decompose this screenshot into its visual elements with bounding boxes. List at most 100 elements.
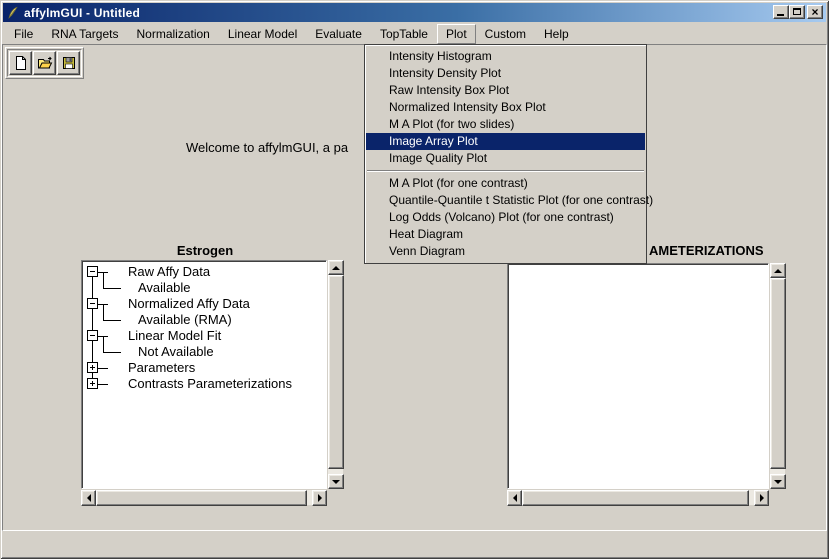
tree-line bbox=[103, 280, 104, 288]
minimize-icon bbox=[777, 14, 784, 16]
tree-item-linear-model-status[interactable]: Not Available bbox=[85, 344, 326, 360]
scroll-down-button[interactable] bbox=[328, 474, 344, 489]
menu-item-raw-intensity-box-plot[interactable]: Raw Intensity Box Plot bbox=[366, 82, 645, 99]
menu-normalization[interactable]: Normalization bbox=[128, 24, 219, 44]
expand-plus-icon[interactable] bbox=[87, 362, 98, 373]
open-folder-icon bbox=[37, 55, 53, 71]
contrasts-listbox[interactable] bbox=[507, 263, 769, 489]
tree-item-linear-model-fit[interactable]: Linear Model Fit bbox=[85, 328, 326, 344]
menu-item-image-array-plot[interactable]: Image Array Plot bbox=[366, 133, 645, 150]
tree-line bbox=[92, 344, 93, 360]
menu-item-normalized-intensity-box-plot[interactable]: Normalized Intensity Box Plot bbox=[366, 99, 645, 116]
plot-dropdown-menu: Intensity Histogram Intensity Density Pl… bbox=[364, 44, 647, 264]
tree-label: Not Available bbox=[138, 344, 214, 359]
scroll-left-button[interactable] bbox=[81, 490, 96, 506]
scroll-down-button[interactable] bbox=[770, 474, 786, 489]
tree-line bbox=[103, 304, 104, 312]
tree-line bbox=[103, 352, 121, 353]
scroll-up-button[interactable] bbox=[770, 263, 786, 278]
scrollbar-corner bbox=[769, 489, 785, 505]
new-file-button[interactable] bbox=[9, 51, 32, 75]
arrow-down-icon bbox=[774, 480, 782, 484]
scroll-up-button[interactable] bbox=[328, 260, 344, 275]
menu-custom[interactable]: Custom bbox=[476, 24, 535, 44]
menu-help[interactable]: Help bbox=[535, 24, 578, 44]
tree-label: Contrasts Parameterizations bbox=[128, 376, 292, 391]
tree-item-raw-affy-status[interactable]: Available bbox=[85, 280, 326, 296]
left-panel-title: Estrogen bbox=[81, 243, 329, 258]
menu-item-qq-t-statistic-plot[interactable]: Quantile-Quantile t Statistic Plot (for … bbox=[366, 192, 645, 209]
tree-label: Raw Affy Data bbox=[128, 264, 210, 279]
menubar: File RNA Targets Normalization Linear Mo… bbox=[3, 23, 826, 44]
right-vertical-scrollbar[interactable] bbox=[770, 263, 785, 489]
menu-item-ma-plot-two-slides[interactable]: M A Plot (for two slides) bbox=[366, 116, 645, 133]
tree-line bbox=[98, 368, 108, 369]
menu-item-log-odds-volcano-plot[interactable]: Log Odds (Volcano) Plot (for one contras… bbox=[366, 209, 645, 226]
arrow-up-icon bbox=[332, 266, 340, 270]
collapse-minus-icon[interactable] bbox=[87, 266, 98, 277]
menu-linear-model[interactable]: Linear Model bbox=[219, 24, 306, 44]
window-title: affylmGUI - Untitled bbox=[24, 6, 140, 20]
tree-label: Normalized Affy Data bbox=[128, 296, 250, 311]
tree-line bbox=[103, 272, 104, 280]
close-icon: × bbox=[808, 5, 822, 19]
collapse-minus-icon[interactable] bbox=[87, 298, 98, 309]
left-vertical-scrollbar[interactable] bbox=[328, 260, 343, 489]
menu-toptable[interactable]: TopTable bbox=[371, 24, 437, 44]
tree-line bbox=[103, 344, 104, 352]
expand-plus-icon[interactable] bbox=[87, 378, 98, 389]
maximize-icon bbox=[793, 8, 801, 15]
menu-item-intensity-histogram[interactable]: Intensity Histogram bbox=[366, 48, 645, 65]
tree-item-contrasts-parameterizations[interactable]: Contrasts Parameterizations bbox=[85, 376, 326, 392]
scroll-left-button[interactable] bbox=[507, 490, 522, 506]
left-panel: Raw Affy Data Available Normalized Affy … bbox=[81, 260, 343, 505]
scrollbar-thumb[interactable] bbox=[328, 275, 344, 469]
menu-item-venn-diagram[interactable]: Venn Diagram bbox=[366, 243, 645, 260]
status-bar bbox=[3, 533, 826, 555]
scrollbar-thumb[interactable] bbox=[522, 490, 749, 506]
tree-item-parameters[interactable]: Parameters bbox=[85, 360, 326, 376]
scroll-right-button[interactable] bbox=[754, 490, 769, 506]
scrollbar-thumb[interactable] bbox=[96, 490, 307, 506]
menu-rna-targets[interactable]: RNA Targets bbox=[42, 24, 127, 44]
save-floppy-icon bbox=[61, 55, 77, 71]
menu-item-intensity-density-plot[interactable]: Intensity Density Plot bbox=[366, 65, 645, 82]
menu-item-heat-diagram[interactable]: Heat Diagram bbox=[366, 226, 645, 243]
menu-evaluate[interactable]: Evaluate bbox=[306, 24, 371, 44]
tree-item-normalized-affy-status[interactable]: Available (RMA) bbox=[85, 312, 326, 328]
menu-file[interactable]: File bbox=[5, 24, 42, 44]
right-panel bbox=[507, 263, 785, 505]
menu-item-image-quality-plot[interactable]: Image Quality Plot bbox=[366, 150, 645, 167]
tree-label: Available bbox=[138, 280, 191, 295]
save-file-button[interactable] bbox=[57, 51, 80, 75]
right-horizontal-scrollbar[interactable] bbox=[507, 490, 769, 505]
menu-item-ma-plot-one-contrast[interactable]: M A Plot (for one contrast) bbox=[366, 175, 645, 192]
tree-item-raw-affy-data[interactable]: Raw Affy Data bbox=[85, 264, 326, 280]
feather-app-icon bbox=[6, 6, 20, 20]
tree-label: Parameters bbox=[128, 360, 195, 375]
left-horizontal-scrollbar[interactable] bbox=[81, 490, 327, 505]
scroll-right-button[interactable] bbox=[312, 490, 327, 506]
arrow-up-icon bbox=[774, 269, 782, 273]
close-button[interactable]: × bbox=[807, 5, 823, 19]
right-panel-title: AMETERIZATIONS bbox=[649, 243, 764, 258]
titlebar[interactable]: affylmGUI - Untitled × bbox=[3, 3, 826, 22]
status-tree-listbox[interactable]: Raw Affy Data Available Normalized Affy … bbox=[81, 260, 327, 489]
menu-plot[interactable]: Plot bbox=[437, 24, 476, 44]
tree-line bbox=[103, 320, 121, 321]
toolbar bbox=[5, 47, 84, 79]
tree-label: Available (RMA) bbox=[138, 312, 232, 327]
open-file-button[interactable] bbox=[33, 51, 56, 75]
maximize-button[interactable] bbox=[789, 5, 805, 19]
collapse-minus-icon[interactable] bbox=[87, 330, 98, 341]
toolbar-frame bbox=[7, 49, 82, 77]
tree-line bbox=[103, 312, 104, 320]
app-window: affylmGUI - Untitled × File RNA Targets … bbox=[0, 0, 829, 559]
window-controls: × bbox=[773, 5, 823, 19]
arrow-right-icon bbox=[760, 494, 764, 502]
arrow-right-icon bbox=[318, 494, 322, 502]
tree-item-normalized-affy-data[interactable]: Normalized Affy Data bbox=[85, 296, 326, 312]
tree-line bbox=[92, 280, 93, 296]
scrollbar-thumb[interactable] bbox=[770, 278, 786, 469]
minimize-button[interactable] bbox=[773, 5, 789, 19]
